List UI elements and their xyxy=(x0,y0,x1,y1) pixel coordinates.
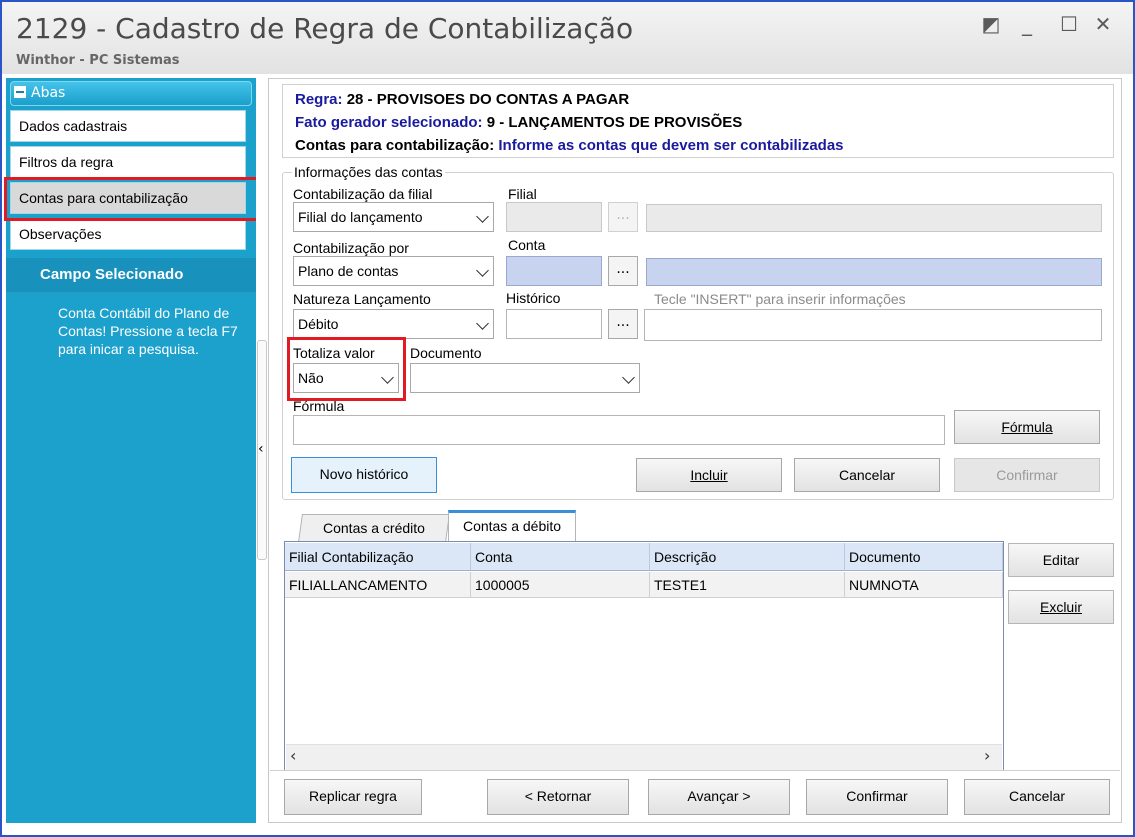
excluir-button-label: Excluir xyxy=(1039,599,1082,615)
conta-description-field xyxy=(646,258,1102,286)
fato-label: Fato gerador selecionado: xyxy=(295,114,483,131)
fato-value: 9 - LANÇAMENTOS DE PROVISÕES xyxy=(486,114,743,131)
contab-por-label: Contabilização por xyxy=(293,240,409,256)
retornar-button[interactable]: < Retornar xyxy=(487,779,629,815)
window-title: 2129 - Cadastro de Regra de Contabilizaç… xyxy=(16,12,634,45)
column-header-documento[interactable]: Documento xyxy=(845,543,1003,571)
table-cell-conta[interactable]: 1000005 xyxy=(471,572,650,598)
documento-label: Documento xyxy=(410,345,482,361)
chevron-down-icon xyxy=(476,264,489,277)
highlight-box-sidebar xyxy=(4,177,270,221)
campo-selecionado-title: Campo Selecionado xyxy=(6,258,256,292)
abas-header[interactable]: Abas xyxy=(10,81,252,106)
excluir-button[interactable]: Excluir xyxy=(1008,590,1114,624)
conta-search-button[interactable]: ... xyxy=(608,256,638,286)
highlight-box-totaliza xyxy=(287,337,406,401)
sidebar-item-dados-cadastrais[interactable]: Dados cadastrais xyxy=(10,110,246,142)
formula-input[interactable] xyxy=(293,415,945,445)
contas-value: Informe as contas que devem ser contabil… xyxy=(498,137,844,154)
contab-filial-label: Contabilização da filial xyxy=(293,186,433,202)
table-cell-documento[interactable]: NUMNOTA xyxy=(845,572,1003,598)
table-cell-filial[interactable]: FILIALLANCAMENTO xyxy=(285,572,471,598)
confirmar-button[interactable]: Confirmar xyxy=(806,779,948,815)
chevron-down-icon xyxy=(622,371,635,384)
regra-label: Regra: xyxy=(295,91,343,108)
tab-contas-credito-label: Contas a crédito xyxy=(323,520,425,536)
historico-hint: Tecle "INSERT" para inserir informações xyxy=(654,291,906,307)
incluir-button-label: Incluir xyxy=(690,467,728,483)
incluir-button[interactable]: Incluir xyxy=(636,458,782,492)
avancar-button[interactable]: Avançar > xyxy=(648,779,790,815)
table-cell-descricao[interactable]: TESTE1 xyxy=(650,572,845,598)
contas-label: Contas para contabilização: xyxy=(295,137,495,154)
column-header-conta[interactable]: Conta xyxy=(471,543,650,571)
campo-selecionado-text: Conta Contábil do Plano de Contas! Press… xyxy=(58,305,242,357)
historico-description-field[interactable] xyxy=(644,309,1102,341)
restore-icon[interactable]: ◩ xyxy=(978,12,1004,36)
sidebar-item-filtros-regra[interactable]: Filtros da regra xyxy=(10,146,246,178)
conta-input[interactable] xyxy=(506,256,602,286)
chevron-down-icon xyxy=(476,210,489,223)
filial-label: Filial xyxy=(508,186,537,202)
conta-label: Conta xyxy=(508,237,546,253)
maximize-icon[interactable]: ☐ xyxy=(1056,12,1082,36)
regra-value: 28 - PROVISOES DO CONTAS A PAGAR xyxy=(346,91,630,108)
horizontal-scrollbar[interactable] xyxy=(286,744,1002,770)
scroll-left-icon[interactable]: ‹ xyxy=(290,746,296,765)
filial-input[interactable] xyxy=(506,202,602,232)
contab-filial-value: Filial do lançamento xyxy=(298,209,423,225)
chevron-left-icon[interactable]: ‹ xyxy=(258,441,264,457)
filial-search-button[interactable]: ... xyxy=(608,202,638,232)
window-subtitle: Winthor - PC Sistemas xyxy=(16,53,180,68)
formula-label: Fórmula xyxy=(293,398,345,414)
scroll-right-icon[interactable]: › xyxy=(984,746,990,765)
contab-por-select[interactable]: Plano de contas xyxy=(293,256,494,286)
minimize-icon[interactable]: _ xyxy=(1014,12,1040,36)
replicar-regra-button[interactable]: Replicar regra xyxy=(284,779,422,815)
contab-por-value: Plano de contas xyxy=(298,263,399,279)
tab-contas-credito[interactable]: Contas a crédito xyxy=(298,514,450,542)
contab-filial-select[interactable]: Filial do lançamento xyxy=(293,202,494,232)
rule-info-box: Regra: 28 - PROVISOES DO CONTAS A PAGAR … xyxy=(282,84,1114,158)
formula-button[interactable]: Fórmula xyxy=(954,410,1100,444)
cancelar-button[interactable]: Cancelar xyxy=(964,779,1110,815)
cancelar-entry-button[interactable]: Cancelar xyxy=(794,458,940,492)
natureza-select[interactable]: Débito xyxy=(293,309,494,339)
collapse-icon[interactable] xyxy=(14,86,26,98)
editar-button[interactable]: Editar xyxy=(1008,543,1114,577)
chevron-down-icon xyxy=(476,317,489,330)
novo-historico-button[interactable]: Novo histórico xyxy=(291,457,437,493)
sidebar-item-observacoes[interactable]: Observações xyxy=(10,218,246,250)
historico-input[interactable] xyxy=(506,309,602,339)
historico-label: Histórico xyxy=(506,290,561,306)
column-header-filial[interactable]: Filial Contabilização xyxy=(285,543,471,571)
natureza-value: Débito xyxy=(298,316,339,332)
filial-description-field xyxy=(646,204,1102,232)
historico-search-button[interactable]: ... xyxy=(608,309,638,339)
natureza-label: Natureza Lançamento xyxy=(293,291,431,307)
documento-select[interactable] xyxy=(410,363,640,393)
abas-header-label: Abas xyxy=(31,85,66,101)
close-icon[interactable]: ✕ xyxy=(1090,12,1116,36)
confirmar-entry-button[interactable]: Confirmar xyxy=(954,458,1100,492)
column-header-descricao[interactable]: Descrição xyxy=(650,543,845,571)
formula-button-label: Fórmula xyxy=(1001,419,1053,435)
group-title: Informações das contas xyxy=(292,164,445,180)
tab-contas-debito[interactable]: Contas a débito xyxy=(448,510,576,542)
